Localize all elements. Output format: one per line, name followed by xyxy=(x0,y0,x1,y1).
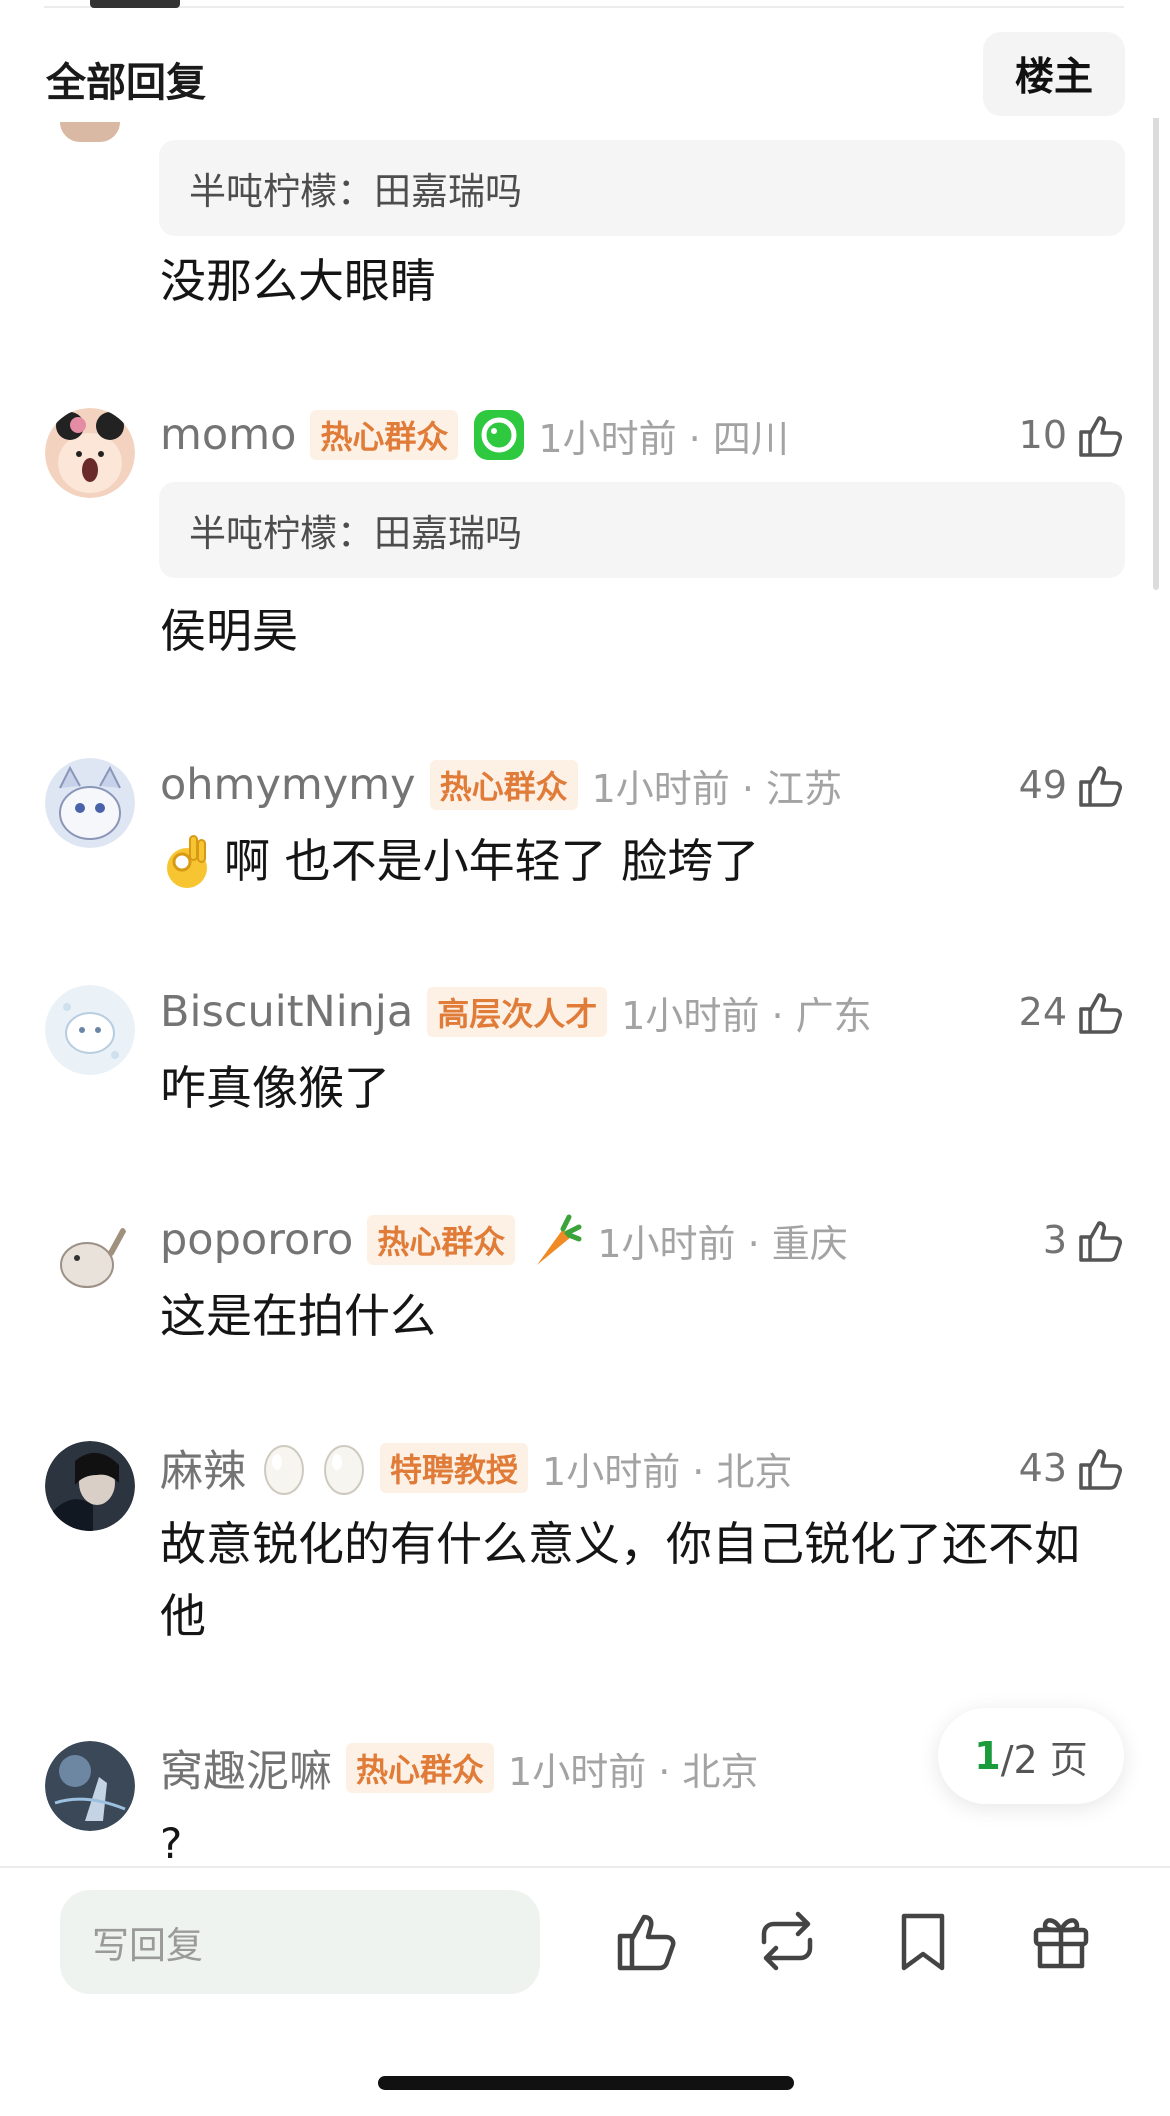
comment-meta: ohmymymy 热心群众 1小时前 · 江苏 xyxy=(160,755,842,815)
like-button[interactable]: 49 xyxy=(1019,755,1125,815)
comment-text-row: 啊 也不是小年轻了 脸垮了 xyxy=(160,825,759,897)
time-location: 1小时前 · 北京 xyxy=(542,1449,793,1494)
avatar[interactable] xyxy=(60,122,120,142)
user-badge[interactable]: 热心群众 xyxy=(310,410,459,460)
thumbs-up-icon xyxy=(1079,766,1122,807)
avatar[interactable] xyxy=(45,758,135,848)
time-location: 1小时前 · 北京 xyxy=(508,1749,759,1794)
username[interactable]: momo xyxy=(160,410,296,460)
replies-header: 全部回复 楼主 xyxy=(0,30,1170,118)
avatar[interactable] xyxy=(45,1741,135,1831)
comment-text: 啊 也不是小年轻了 脸垮了 xyxy=(224,834,760,888)
quote-username[interactable]: 半吨柠檬： xyxy=(189,161,374,215)
repost-icon[interactable] xyxy=(752,1906,822,1976)
avatar[interactable] xyxy=(45,1213,135,1303)
page-title: 全部回复 xyxy=(46,60,206,106)
comment-meta: 麻辣 特聘教授 1小时前 · 北京 xyxy=(160,1438,792,1498)
comment-text: 侯明昊 xyxy=(160,604,298,658)
page-total: /2 页 xyxy=(1000,1737,1088,1782)
thumbs-up-icon xyxy=(1079,416,1122,457)
like-count: 24 xyxy=(1018,990,1067,1034)
like-button[interactable]: 3 xyxy=(1043,1210,1125,1270)
username[interactable]: BiscuitNinja xyxy=(160,987,413,1037)
top-divider xyxy=(44,6,1124,8)
scrollbar[interactable] xyxy=(1153,110,1159,590)
like-button[interactable]: 10 xyxy=(1019,405,1125,465)
thumbs-up-icon[interactable] xyxy=(612,1906,682,1976)
green-sticker-icon xyxy=(472,408,526,462)
username[interactable]: 窝趣泥嘛 xyxy=(160,1737,332,1799)
gift-icon[interactable] xyxy=(1026,1906,1096,1976)
avatar[interactable] xyxy=(45,408,135,498)
like-button[interactable]: 43 xyxy=(1019,1438,1125,1498)
like-count: 49 xyxy=(1018,763,1067,807)
comment-meta: BiscuitNinja 高层次人才 1小时前 · 广东 xyxy=(160,982,872,1042)
current-page: 1 xyxy=(974,1734,1001,1778)
user-badge[interactable]: 热心群众 xyxy=(367,1215,516,1265)
username[interactable]: ohmymymy xyxy=(160,760,416,810)
like-count: 10 xyxy=(1018,413,1067,457)
ok-hand-emoji xyxy=(167,835,207,888)
tab-indicator xyxy=(90,0,180,8)
user-badge[interactable]: 热心群众 xyxy=(346,1743,495,1793)
avatar[interactable] xyxy=(45,1441,135,1531)
time-location: 1小时前 · 四川 xyxy=(538,416,789,461)
username[interactable]: 麻辣 xyxy=(160,1437,246,1499)
time-location: 1小时前 · 重庆 xyxy=(597,1221,848,1266)
user-badge[interactable]: 特聘教授 xyxy=(380,1443,529,1493)
user-badge[interactable]: 热心群众 xyxy=(429,760,578,810)
bookmark-icon[interactable] xyxy=(888,1906,958,1976)
egg-emoji xyxy=(260,1440,308,1496)
comment-text: 咋真像猴了 xyxy=(160,1061,390,1115)
like-count: 3 xyxy=(1042,1218,1067,1262)
avatar[interactable] xyxy=(45,985,135,1075)
quote-username[interactable]: 半吨柠檬： xyxy=(189,503,374,557)
carrot-emoji xyxy=(529,1211,585,1269)
comment-meta: momo 热心群众 1小时前 · 四川 xyxy=(160,405,789,465)
username[interactable]: popororo xyxy=(160,1215,353,1265)
owner-filter-button[interactable]: 楼主 xyxy=(983,32,1125,116)
thumbs-up-icon xyxy=(1079,1221,1122,1262)
quoted-reply[interactable]: 半吨柠檬： 田嘉瑞吗 xyxy=(159,140,1125,236)
home-indicator[interactable] xyxy=(378,2076,794,2090)
quoted-reply[interactable]: 半吨柠檬： 田嘉瑞吗 xyxy=(159,482,1125,578)
time-location: 1小时前 · 江苏 xyxy=(591,766,843,811)
quote-text: 田嘉瑞吗 xyxy=(374,170,522,213)
thumbs-up-icon xyxy=(1079,993,1122,1034)
time-location: 1小时前 · 广东 xyxy=(621,993,872,1038)
user-badge[interactable]: 高层次人才 xyxy=(427,987,608,1037)
quote-text: 田嘉瑞吗 xyxy=(374,512,522,555)
thumbs-up-icon xyxy=(1079,1449,1122,1490)
comment-meta: 窝趣泥嘛 热心群众 1小时前 · 北京 xyxy=(160,1738,758,1798)
like-button[interactable]: 24 xyxy=(1019,982,1125,1042)
comment-text: 没那么大眼睛 xyxy=(160,254,436,308)
page-indicator[interactable]: 1/2 页 xyxy=(938,1708,1124,1804)
egg-emoji xyxy=(320,1440,368,1496)
like-count: 43 xyxy=(1018,1446,1067,1490)
reply-input[interactable]: 写回复 xyxy=(60,1890,540,1994)
comment-text: 这是在拍什么 xyxy=(160,1289,436,1343)
comment-text: 故意锐化的有什么意义，你自己锐化了还不如他 xyxy=(160,1517,1080,1643)
comment-meta: popororo 热心群众 1小时前 · 重庆 xyxy=(160,1210,848,1270)
